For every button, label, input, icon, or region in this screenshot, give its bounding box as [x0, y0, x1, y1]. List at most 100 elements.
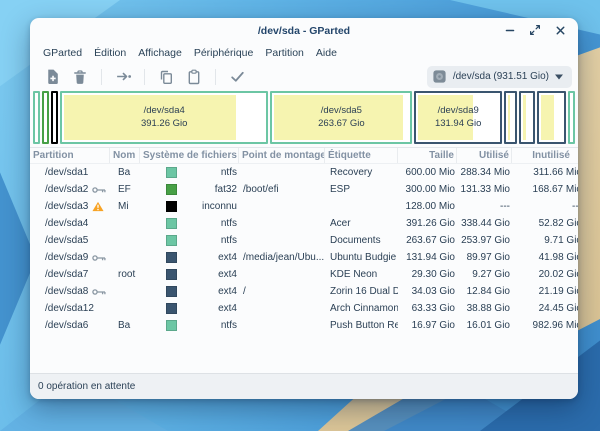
- column-header-inutilise[interactable]: Inutilisé: [512, 148, 578, 163]
- column-header-partition[interactable]: Partition: [30, 148, 110, 163]
- menu-aide[interactable]: Aide: [310, 45, 343, 61]
- filesystem-name: ext4: [218, 269, 237, 280]
- segment-device-name: /dev/sda5: [321, 105, 362, 117]
- cell-label: Zorin 16 Dual DE: [325, 283, 398, 300]
- partition-path: /dev/sda7: [45, 266, 88, 283]
- disk-segment-dev-sda4[interactable]: /dev/sda4391.26 Gio: [60, 91, 268, 144]
- cell-mount-point: [239, 266, 325, 283]
- partition-row-dev-sda4[interactable]: /dev/sda4ntfsAcer391.26 Gio338.44 Gio52.…: [30, 215, 578, 232]
- titlebar[interactable]: /dev/sda - GParted: [30, 18, 578, 42]
- cell-used: 131.33 Mio: [457, 181, 512, 198]
- cell-size: 34.03 Gio: [398, 283, 457, 300]
- column-header-nom[interactable]: Nom: [110, 148, 140, 163]
- key-icon: [92, 287, 106, 297]
- delete-partition-button[interactable]: [66, 66, 94, 88]
- filesystem-name: inconnu: [202, 201, 237, 212]
- column-header-point-de-montage[interactable]: Point de montage: [239, 148, 325, 163]
- menu-affichage[interactable]: Affichage: [132, 45, 188, 61]
- cell-name: [110, 232, 140, 249]
- disk-segment-dev-sda12[interactable]: [537, 91, 566, 144]
- cell-partition: /dev/sda5: [30, 232, 110, 249]
- cell-mount-point: [239, 198, 325, 215]
- cell-mount-point: [239, 164, 325, 181]
- cell-unused: 52.82 Gio: [512, 215, 578, 232]
- cell-label: Push Button Reset: [325, 317, 398, 334]
- cell-label: Recovery: [325, 164, 398, 181]
- cell-unused: 982.96 Mio: [512, 317, 578, 334]
- cell-label: [325, 198, 398, 215]
- statusbar: 0 opération en attente: [30, 373, 578, 399]
- menu-gparted[interactable]: GParted: [37, 45, 88, 61]
- key-icon: [92, 253, 106, 263]
- partition-row-dev-sda7[interactable]: /dev/sda7rootext4KDE Neon29.30 Gio9.27 G…: [30, 266, 578, 283]
- disk-segment-dev-sda7[interactable]: [504, 91, 517, 144]
- cell-used: 288.34 Mio: [457, 164, 512, 181]
- disk-segment-dev-sda9[interactable]: /dev/sda9131.94 Gio: [414, 91, 502, 144]
- arrow-right-dot-icon: [115, 68, 132, 85]
- device-selector[interactable]: /dev/sda (931.51 Gio): [427, 66, 572, 88]
- column-header-utilise[interactable]: Utilisé: [457, 148, 512, 163]
- disk-segment-dev-sda3[interactable]: [51, 91, 58, 144]
- cell-filesystem: inconnu: [140, 198, 239, 215]
- partition-path: /dev/sda5: [45, 232, 88, 249]
- maximize-button[interactable]: [527, 22, 543, 38]
- column-header-systeme-de-fichiers[interactable]: Système de fichiers: [140, 148, 239, 163]
- filesystem-color-swatch: [166, 201, 177, 212]
- disk-segment-used-space: [541, 95, 554, 140]
- close-button[interactable]: [552, 22, 568, 38]
- minimize-button[interactable]: [502, 22, 518, 38]
- cell-size: 128.00 Mio: [398, 198, 457, 215]
- cell-mount-point: [239, 215, 325, 232]
- cell-size: 263.67 Gio: [398, 232, 457, 249]
- copy-button[interactable]: [152, 66, 180, 88]
- cell-mount-point: /boot/efi: [239, 181, 325, 198]
- disk-segment-dev-sda2[interactable]: [42, 91, 49, 144]
- cell-filesystem: ntfs: [140, 215, 239, 232]
- partition-path: /dev/sda6: [45, 317, 88, 334]
- cell-partition: /dev/sda2: [30, 181, 110, 198]
- partition-row-dev-sda6[interactable]: /dev/sda6BantfsPush Button Reset16.97 Gi…: [30, 317, 578, 334]
- cell-filesystem: ext4: [140, 300, 239, 317]
- partition-row-dev-sda2[interactable]: /dev/sda2EFfat32/boot/efiESP300.00 Mio13…: [30, 181, 578, 198]
- new-partition-button[interactable]: [38, 66, 66, 88]
- cell-mount-point: /: [239, 283, 325, 300]
- filesystem-name: ext4: [218, 303, 237, 314]
- column-header-etiquette[interactable]: Étiquette: [325, 148, 398, 163]
- document-plus-icon: [44, 68, 61, 85]
- table-empty-area: [30, 334, 578, 373]
- apply-operations-button[interactable]: [223, 66, 251, 88]
- cell-used: 16.01 Gio: [457, 317, 512, 334]
- disk-segment-dev-sda5[interactable]: /dev/sda5263.67 Gio: [270, 91, 412, 144]
- partition-row-dev-sda1[interactable]: /dev/sda1BantfsRecovery600.00 Mio288.34 …: [30, 164, 578, 181]
- resize-move-button[interactable]: [109, 66, 137, 88]
- filesystem-color-swatch: [166, 269, 177, 280]
- partition-row-dev-sda5[interactable]: /dev/sda5ntfsDocuments263.67 Gio253.97 G…: [30, 232, 578, 249]
- partition-row-dev-sda9[interactable]: /dev/sda9ext4/media/jean/Ubu...Ubuntu Bu…: [30, 249, 578, 266]
- cell-name: EF: [110, 181, 140, 198]
- cell-name: root: [110, 266, 140, 283]
- disk-segment-dev-sda6[interactable]: [568, 91, 575, 144]
- partition-row-dev-sda3[interactable]: /dev/sda3Miinconnu128.00 Mio------: [30, 198, 578, 215]
- table-header: PartitionNomSystème de fichiersPoint de …: [30, 147, 578, 164]
- disk-segment-label: /dev/sda5263.67 Gio: [272, 93, 410, 142]
- partition-path: /dev/sda4: [45, 215, 88, 232]
- paste-button[interactable]: [180, 66, 208, 88]
- menu-edition[interactable]: Édition: [88, 45, 132, 61]
- cell-label: KDE Neon: [325, 266, 398, 283]
- disk-segment-used-space: [508, 95, 510, 140]
- column-header-taille[interactable]: Taille: [398, 148, 457, 163]
- cell-mount-point: [239, 300, 325, 317]
- menubar: GPartedÉditionAffichagePériphériqueParti…: [30, 42, 578, 63]
- filesystem-color-swatch: [166, 320, 177, 331]
- cell-partition: /dev/sda9: [30, 249, 110, 266]
- disk-segment-dev-sda8[interactable]: [519, 91, 535, 144]
- partition-row-dev-sda12[interactable]: /dev/sda12ext4Arch Cinnamon63.33 Gio38.8…: [30, 300, 578, 317]
- filesystem-color-swatch: [166, 184, 177, 195]
- menu-peripherique[interactable]: Périphérique: [188, 45, 260, 61]
- disk-segment-dev-sda1[interactable]: [33, 91, 40, 144]
- partition-table: PartitionNomSystème de fichiersPoint de …: [30, 147, 578, 334]
- cell-size: 131.94 Gio: [398, 249, 457, 266]
- segment-device-name: /dev/sda9: [438, 105, 479, 117]
- partition-row-dev-sda8[interactable]: /dev/sda8ext4/Zorin 16 Dual DE34.03 Gio1…: [30, 283, 578, 300]
- menu-partition[interactable]: Partition: [259, 45, 310, 61]
